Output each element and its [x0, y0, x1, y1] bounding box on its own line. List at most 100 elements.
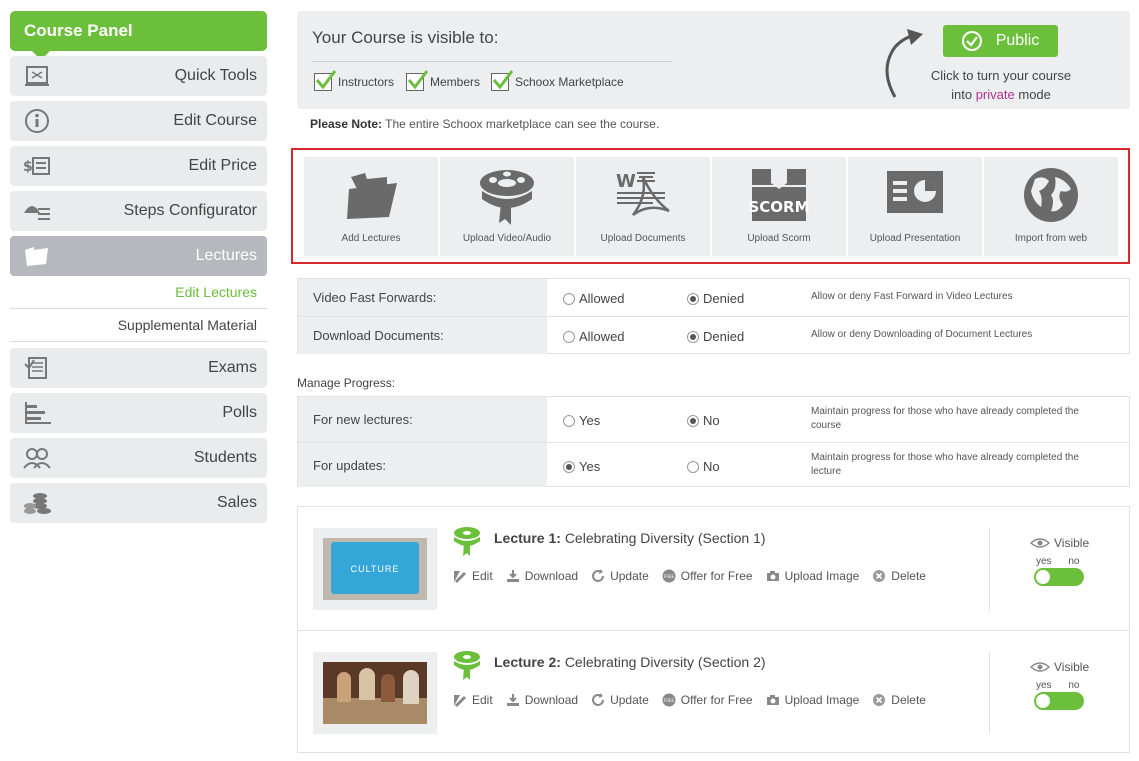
book-icon [25, 66, 49, 86]
visibility-check-members[interactable]: Members [406, 70, 480, 91]
radio-download-allowed[interactable]: Allowed [563, 329, 625, 344]
visible-label: Visible [1030, 536, 1089, 550]
checkbox[interactable] [314, 70, 337, 91]
setting-row-new-lectures: For new lectures: Yes No Maintain progre… [298, 397, 1129, 442]
turn-text-line1: Click to turn your course [930, 68, 1072, 83]
setting-row-fast-forward: Video Fast Forwards: Allowed Denied Allo… [298, 279, 1129, 316]
radio-circle[interactable] [687, 330, 699, 343]
upload-presentation-button[interactable]: Upload Presentation [848, 157, 982, 256]
radio-label: Denied [703, 329, 745, 344]
toggle-knob [1036, 570, 1050, 584]
refresh-icon [592, 569, 605, 582]
edit-icon [454, 695, 466, 707]
visibility-toggle[interactable] [1034, 692, 1084, 710]
price-icon: $ [23, 157, 50, 175]
offer-for-free-button[interactable]: FREE Offer for Free [662, 693, 753, 707]
private-link[interactable]: private [976, 87, 1015, 102]
checkmark-icon [407, 70, 429, 90]
setting-row-updates: For updates: Yes No Maintain progress fo… [298, 442, 1129, 487]
lecture-title[interactable]: Lecture 1: Celebrating Diversity (Sectio… [494, 530, 766, 546]
sidebar-subitem-edit-lectures[interactable]: Edit Lectures [10, 276, 267, 309]
visibility-check-instructors[interactable]: Instructors [314, 70, 394, 91]
upload-image-button[interactable]: Upload Image [766, 569, 860, 583]
edit-icon [454, 571, 466, 583]
action-label: Download [524, 693, 579, 707]
radio-download-denied[interactable]: Denied [687, 329, 744, 344]
visibility-toggle[interactable] [1034, 568, 1084, 586]
visible-text: Visible [1054, 660, 1090, 674]
checkbox[interactable] [406, 70, 429, 91]
radio-circle[interactable] [563, 460, 575, 473]
radio-circle[interactable] [563, 414, 575, 427]
sidebar-item-polls[interactable]: Polls [10, 393, 267, 433]
edit-button[interactable]: Edit [453, 693, 493, 707]
sidebar-item-edit-course[interactable]: Edit Course [10, 101, 267, 141]
lecture-title[interactable]: Lecture 2: Celebrating Diversity (Sectio… [494, 654, 766, 670]
radio-new-lectures-yes[interactable]: Yes [563, 413, 600, 428]
radio-fast-forward-allowed[interactable]: Allowed [563, 291, 625, 306]
documents-icon: W [616, 171, 670, 217]
svg-text:FREE: FREE [664, 698, 675, 703]
turn-private-text: Click to turn your course into private m… [917, 66, 1085, 104]
turn-text-into: into [951, 87, 973, 102]
sidebar-item-sales[interactable]: Sales [10, 483, 267, 523]
radio-circle[interactable] [563, 330, 575, 343]
public-button[interactable]: Public [943, 25, 1058, 57]
update-button[interactable]: Update [591, 569, 649, 583]
download-button[interactable]: Download [506, 569, 578, 583]
download-button[interactable]: Download [506, 693, 578, 707]
sidebar-item-students[interactable]: Students [10, 438, 267, 478]
checkbox[interactable] [491, 70, 514, 91]
radio-updates-yes[interactable]: Yes [563, 459, 600, 474]
offer-for-free-button[interactable]: FREE Offer for Free [662, 569, 753, 583]
refresh-icon [592, 693, 605, 706]
visible-text: Visible [1054, 536, 1090, 550]
sidebar-subitem-supplemental-material[interactable]: Supplemental Material [10, 309, 267, 342]
checkmark-icon [315, 70, 337, 90]
steps-icon [24, 206, 50, 220]
sidebar-item-label: Polls [222, 404, 257, 421]
upload-image-button[interactable]: Upload Image [766, 693, 859, 707]
sidebar-item-exams[interactable]: Exams [10, 348, 267, 388]
sidebar-item-steps-configurator[interactable]: Steps Configurator [10, 191, 267, 231]
person-shape [359, 668, 375, 700]
radio-updates-no[interactable]: No [687, 459, 720, 474]
poll-icon [25, 402, 51, 424]
lecture-thumbnail[interactable] [313, 652, 437, 734]
import-from-web-button[interactable]: Import from web [984, 157, 1118, 256]
radio-circle[interactable] [687, 414, 699, 427]
radio-label: Yes [579, 413, 601, 428]
delete-button[interactable]: Delete [872, 693, 926, 707]
visibility-check-schoox-marketplace[interactable]: Schoox Marketplace [491, 70, 624, 91]
delete-button[interactable]: Delete [872, 569, 926, 583]
radio-circle[interactable] [687, 460, 699, 473]
action-label: Offer for Free [680, 569, 753, 583]
action-label: Offer for Free [680, 693, 753, 707]
sidebar-item-quick-tools[interactable]: Quick Tools [10, 56, 267, 96]
update-button[interactable]: Update [591, 693, 649, 707]
radio-label: Denied [703, 291, 745, 306]
lecture-thumbnail[interactable]: CULTURE [313, 528, 437, 610]
upload-scorm-button[interactable]: SCORM Upload Scorm [712, 157, 846, 256]
edit-button[interactable]: Edit [453, 569, 493, 583]
no-label: no [1068, 556, 1080, 567]
camera-icon [766, 571, 779, 581]
setting-description: Allow or deny Fast Forward in Video Lect… [811, 291, 1013, 302]
radio-new-lectures-no[interactable]: No [687, 413, 720, 428]
tool-label: Add Lectures [341, 233, 401, 244]
person-shape [403, 670, 419, 704]
radio-fast-forward-denied[interactable]: Denied [687, 291, 744, 306]
video-reel-icon [454, 527, 480, 556]
upload-video-audio-button[interactable]: Upload Video/Audio [440, 157, 574, 256]
info-icon [25, 109, 49, 133]
action-label: Upload Image [784, 569, 860, 583]
radio-circle[interactable] [563, 292, 575, 305]
radio-circle[interactable] [687, 292, 699, 305]
add-lectures-button[interactable]: Add Lectures [304, 157, 438, 256]
sidebar-item-label: Quick Tools [174, 67, 257, 84]
sidebar-item-edit-price[interactable]: $ Edit Price [10, 146, 267, 186]
lecture-number: Lecture 1: [494, 530, 561, 546]
upload-documents-button[interactable]: W Upload Documents [576, 157, 710, 256]
lecture-name: Celebrating Diversity (Section 1) [564, 530, 766, 546]
sidebar-item-lectures[interactable]: Lectures [10, 236, 267, 276]
